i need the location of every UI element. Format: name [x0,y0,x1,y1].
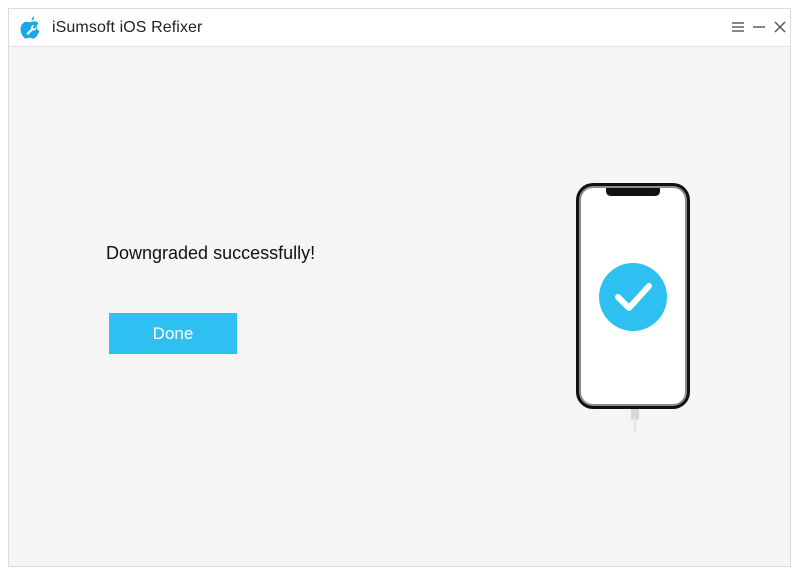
check-circle-icon [599,263,667,331]
title-bar: iSumsoft iOS Refixer [9,9,790,47]
app-window: iSumsoft iOS Refixer Downgraded successf… [8,8,791,567]
window-title: iSumsoft iOS Refixer [52,19,203,36]
status-message: Downgraded successfully! [106,243,316,263]
phone-illustration [574,182,694,444]
close-icon[interactable] [771,18,789,36]
main-content: Downgraded successfully! Done [9,47,790,566]
menu-icon[interactable] [729,18,747,36]
minimize-icon[interactable] [750,18,768,36]
apple-wrench-logo-icon [18,15,42,41]
done-button[interactable]: Done [109,313,237,354]
